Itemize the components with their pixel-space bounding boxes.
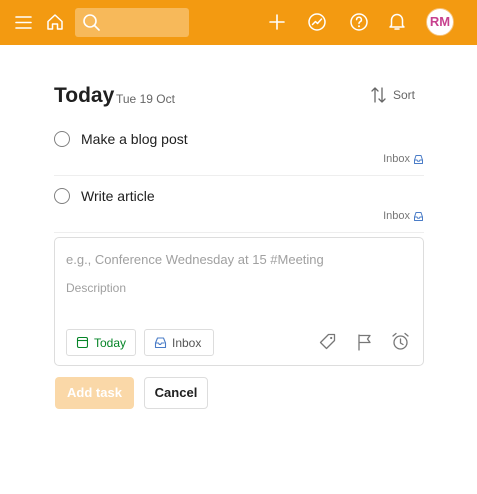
- priority-flag-icon[interactable]: [355, 332, 375, 352]
- task-checkbox[interactable]: [54, 131, 70, 147]
- task-project[interactable]: Inbox: [383, 210, 424, 222]
- project-button[interactable]: Inbox: [144, 329, 214, 356]
- sort-label: Sort: [393, 88, 416, 102]
- task-item[interactable]: Make a blog post Inbox: [54, 130, 424, 170]
- task-description-input[interactable]: Description: [66, 281, 126, 295]
- inbox-icon: [414, 154, 423, 164]
- task-content[interactable]: Make a blog post: [81, 131, 188, 147]
- page-date: Tue 19 Oct: [116, 92, 175, 106]
- due-date-label: Today: [93, 335, 126, 350]
- task-divider: [54, 175, 424, 176]
- task-item[interactable]: Write article Inbox: [54, 187, 424, 227]
- task-divider: [54, 232, 424, 233]
- project-label: Inbox: [172, 335, 202, 350]
- productivity-icon[interactable]: [307, 12, 327, 32]
- help-icon[interactable]: [349, 12, 369, 32]
- page-title: Today: [54, 84, 115, 107]
- bell-icon[interactable]: [387, 11, 407, 32]
- alarm-icon[interactable]: [390, 331, 411, 352]
- avatar[interactable]: RM: [426, 8, 454, 36]
- search-icon: [83, 14, 100, 31]
- cancel-button[interactable]: Cancel: [144, 377, 208, 409]
- task-project-label: Inbox: [383, 210, 410, 222]
- inbox-icon: [414, 211, 423, 221]
- top-bar: RM: [0, 0, 477, 45]
- search-box[interactable]: [75, 8, 189, 37]
- due-date-button[interactable]: Today: [66, 329, 136, 356]
- task-project-label: Inbox: [383, 153, 410, 165]
- inbox-icon: [154, 337, 167, 349]
- sort-icon: [371, 87, 386, 103]
- plus-icon[interactable]: [268, 13, 286, 31]
- home-icon[interactable]: [45, 12, 65, 32]
- sort-button[interactable]: Sort: [370, 86, 415, 104]
- task-editor: e.g., Conference Wednesday at 15 #Meetin…: [54, 237, 424, 366]
- task-name-input[interactable]: e.g., Conference Wednesday at 15 #Meetin…: [66, 252, 324, 267]
- task-content[interactable]: Write article: [81, 188, 155, 204]
- label-icon[interactable]: [318, 332, 338, 352]
- task-project[interactable]: Inbox: [383, 153, 424, 165]
- task-checkbox[interactable]: [54, 188, 70, 204]
- menu-icon[interactable]: [14, 13, 33, 32]
- calendar-icon: [76, 336, 89, 349]
- add-task-button[interactable]: Add task: [55, 377, 134, 409]
